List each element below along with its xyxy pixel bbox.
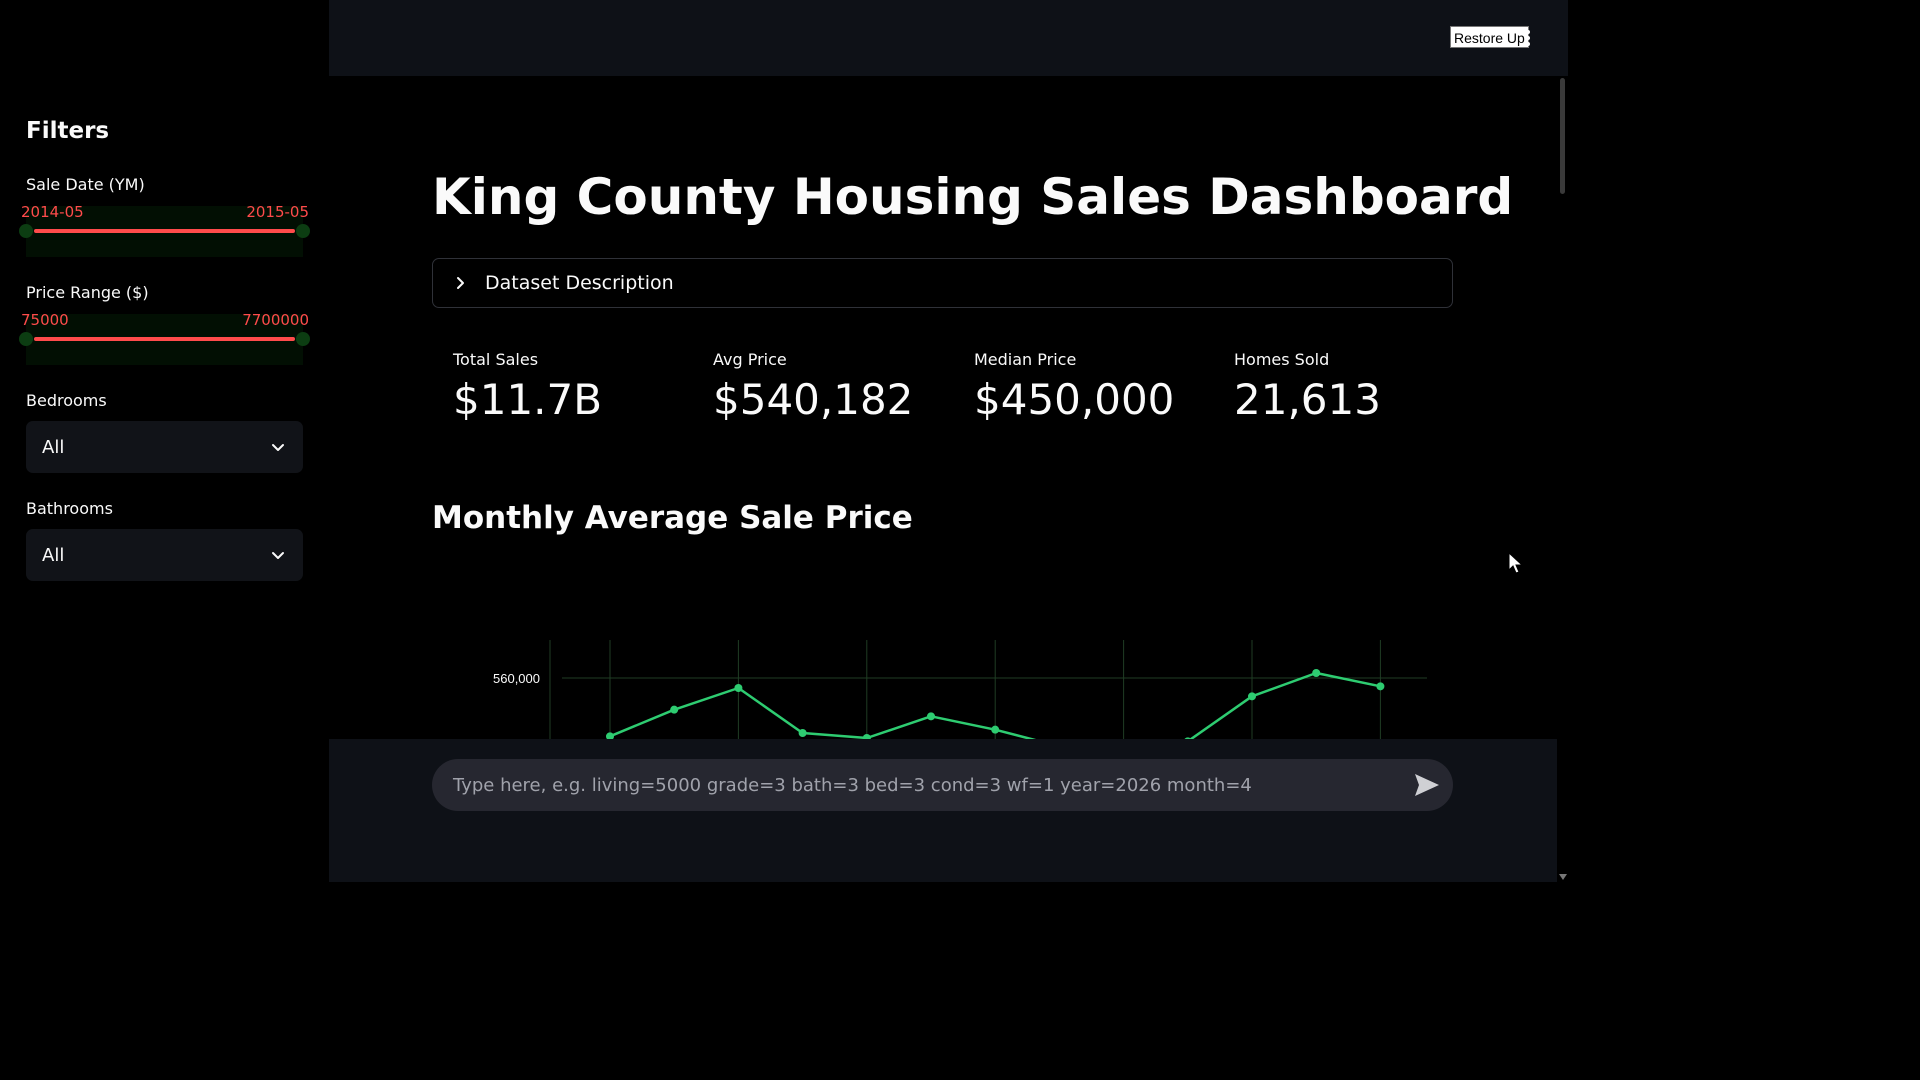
sale-date-label: Sale Date (YM) — [26, 175, 145, 194]
bedrooms-select[interactable]: All — [26, 421, 303, 473]
chevron-down-icon — [272, 444, 284, 451]
chart-point — [606, 732, 614, 739]
bedrooms-label: Bedrooms — [26, 391, 107, 410]
metric-value: $11.7B — [453, 375, 603, 424]
more-options-icon[interactable] — [1525, 30, 1531, 46]
scroll-down-icon[interactable] — [1559, 874, 1567, 880]
page-title: King County Housing Sales Dashboard — [432, 168, 1514, 226]
sale-date-max-handle[interactable] — [296, 224, 310, 238]
metric-homes-sold: Homes Sold 21,613 — [1234, 350, 1381, 424]
dataset-description-expander[interactable]: Dataset Description — [432, 258, 1453, 308]
sale-date-slider[interactable]: 2014-05 2015-05 — [19, 203, 310, 257]
metric-avg-price: Avg Price $540,182 — [713, 350, 913, 424]
metric-value: 21,613 — [1234, 375, 1381, 424]
expander-label: Dataset Description — [485, 272, 674, 294]
chart-point — [798, 729, 807, 737]
price-range-min-handle[interactable] — [19, 332, 33, 346]
price-range-max-value: 7700000 — [242, 311, 309, 329]
scrollbar-thumb[interactable] — [1560, 78, 1565, 194]
sale-date-max-value: 2015-05 — [246, 203, 309, 221]
metric-label: Total Sales — [453, 350, 539, 369]
metric-total-sales: Total Sales $11.7B — [453, 350, 602, 424]
sale-date-track — [34, 229, 295, 233]
metric-label: Avg Price — [713, 350, 787, 369]
metric-median-price: Median Price $450,000 — [974, 350, 1174, 424]
chart-svg: 560,000 — [493, 640, 1427, 739]
metric-label: Homes Sold — [1234, 350, 1330, 369]
price-range-label: Price Range ($) — [26, 283, 149, 302]
price-range-slider[interactable]: 75000 7700000 — [19, 311, 310, 365]
sale-date-min-handle[interactable] — [19, 224, 33, 238]
chat-input[interactable]: Type here, e.g. living=5000 grade=3 bath… — [432, 759, 1453, 811]
chat-input-placeholder: Type here, e.g. living=5000 grade=3 bath… — [453, 774, 1252, 796]
restore-button[interactable]: Restore Up — [1450, 26, 1529, 48]
chevron-right-icon — [457, 277, 464, 289]
metric-label: Median Price — [974, 350, 1077, 369]
chart-point — [1312, 669, 1321, 677]
sidebar: Filters Sale Date (YM) 2014-05 2015-05 P… — [0, 0, 329, 882]
mouse-cursor-icon — [1508, 552, 1524, 574]
chart-point — [670, 705, 679, 714]
chart-point — [1376, 682, 1385, 691]
bathrooms-select-value: All — [42, 544, 65, 566]
bathrooms-select[interactable]: All — [26, 529, 303, 581]
chart-point — [1248, 692, 1256, 701]
price-range-min-value: 75000 — [21, 311, 69, 329]
bedrooms-select-value: All — [42, 436, 65, 458]
price-range-max-handle[interactable] — [296, 332, 310, 346]
chart-point — [991, 725, 1000, 734]
send-icon[interactable] — [1413, 772, 1441, 798]
chat-bar: Type here, e.g. living=5000 grade=3 bath… — [329, 739, 1557, 882]
price-range-track — [34, 337, 295, 341]
main-scrollbar[interactable] — [1557, 76, 1568, 882]
monthly-price-chart: 560,000 — [432, 600, 1453, 739]
chart-y-tick-label: 560,000 — [493, 671, 540, 686]
chart-section-title: Monthly Average Sale Price — [432, 500, 913, 536]
bathrooms-label: Bathrooms — [26, 499, 113, 518]
chevron-down-icon — [272, 552, 284, 559]
sidebar-title: Filters — [26, 118, 110, 144]
chart-point — [927, 712, 935, 721]
sale-date-min-value: 2014-05 — [21, 203, 84, 221]
metric-value: $450,000 — [974, 375, 1175, 424]
metric-value: $540,182 — [713, 375, 914, 424]
top-bar — [329, 0, 1568, 76]
chart-point — [734, 684, 743, 692]
